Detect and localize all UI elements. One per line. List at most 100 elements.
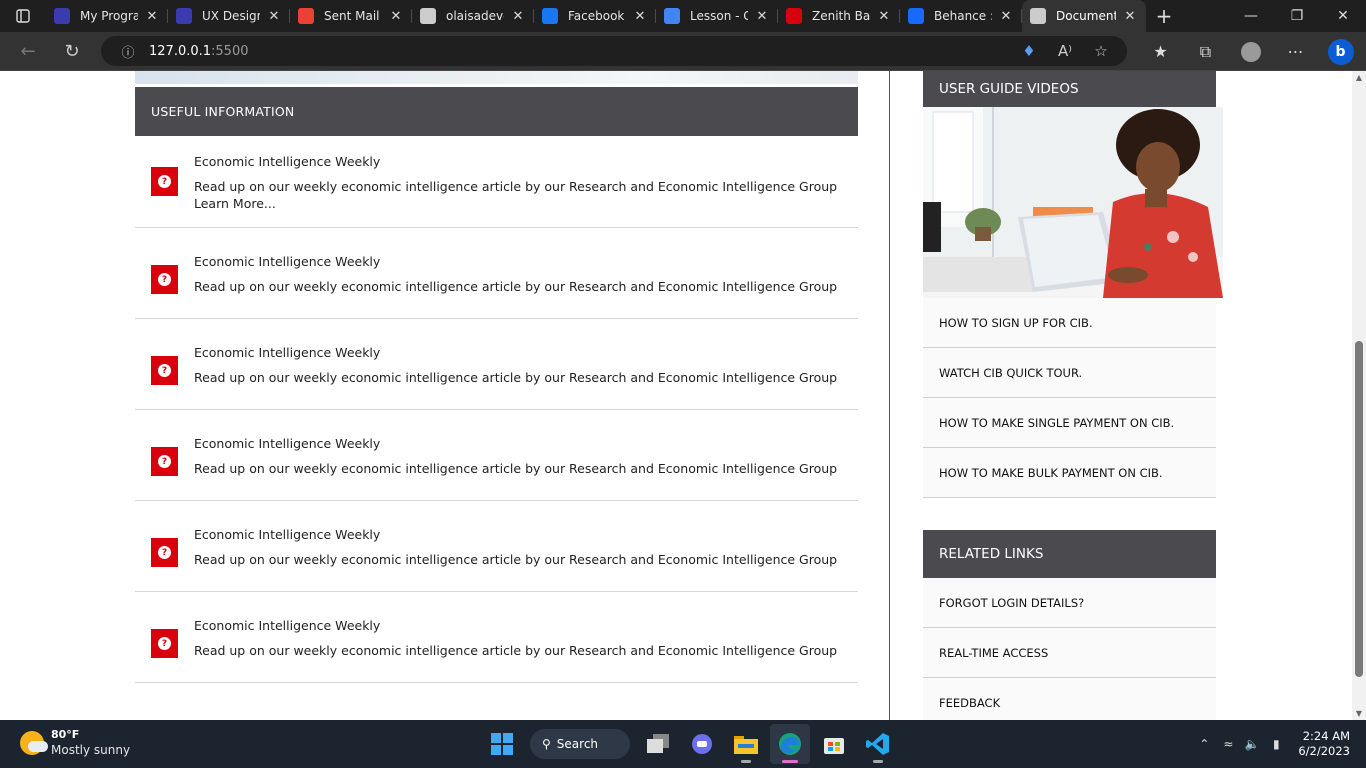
useful-info-item[interactable]: ? Economic Intelligence Weekly Read up on … xyxy=(135,136,858,228)
running-indicator xyxy=(741,760,751,763)
microsoft-store-button[interactable] xyxy=(814,724,854,764)
question-mark-glyph: ? xyxy=(158,637,171,650)
tab-title: Facebook xyxy=(568,9,625,23)
close-tab-icon[interactable]: ✕ xyxy=(632,9,648,24)
related-link[interactable]: FEEDBACK xyxy=(923,678,1216,720)
browser-tab[interactable]: My Program ✕ xyxy=(46,0,168,32)
browser-tab[interactable]: Zenith Bank ✕ xyxy=(778,0,900,32)
woman-at-laptop-image xyxy=(923,107,1223,298)
user-guide-video-link[interactable]: WATCH CIB QUICK TOUR. xyxy=(923,348,1216,398)
edge-browser-button[interactable] xyxy=(770,724,810,764)
reload-button[interactable]: ↻ xyxy=(54,35,90,67)
user-guide-video-thumbnail[interactable] xyxy=(923,107,1223,298)
related-link[interactable]: REAL-TIME ACCESS xyxy=(923,628,1216,678)
useful-info-item[interactable]: ? Economic Intelligence Weekly Read up on … xyxy=(135,501,858,592)
weather-widget[interactable]: 80°F Mostly sunny xyxy=(20,728,130,757)
question-mark-glyph: ? xyxy=(158,455,171,468)
browser-tab[interactable]: olaisadevel ✕ xyxy=(412,0,534,32)
favorites-icon[interactable]: ★ xyxy=(1138,42,1183,61)
browser-tab[interactable]: Behance :: ✕ xyxy=(900,0,1022,32)
window-controls: — ❐ ✕ xyxy=(1228,0,1366,32)
volume-icon[interactable]: 🔈 xyxy=(1240,737,1264,751)
close-tab-icon[interactable]: ✕ xyxy=(876,9,892,24)
scroll-down-arrow-icon[interactable]: ▼ xyxy=(1352,709,1366,718)
question-icon: ? xyxy=(151,167,178,196)
chat-button[interactable] xyxy=(682,724,722,764)
minimize-button[interactable]: — xyxy=(1228,0,1274,32)
close-tab-icon[interactable]: ✕ xyxy=(754,9,770,24)
info-item-title[interactable]: Economic Intelligence Weekly xyxy=(194,154,380,169)
user-guide-video-link[interactable]: HOW TO MAKE SINGLE PAYMENT ON CIB. xyxy=(923,398,1216,448)
collections-icon[interactable]: ⧉ xyxy=(1183,42,1228,62)
show-hidden-icons-chevron-icon[interactable]: ⌃ xyxy=(1192,737,1216,751)
browser-tab[interactable]: Document ✕ xyxy=(1022,0,1146,32)
task-view-button[interactable] xyxy=(638,724,678,764)
useful-info-item[interactable]: ? Economic Intelligence Weekly Read up on … xyxy=(135,592,858,683)
useful-info-item[interactable]: ? Economic Intelligence Weekly Read up on … xyxy=(135,410,858,501)
info-item-title[interactable]: Economic Intelligence Weekly xyxy=(194,527,380,542)
info-item-description: Read up on our weekly economic intellige… xyxy=(194,370,838,385)
close-tab-icon[interactable]: ✕ xyxy=(510,9,526,24)
info-item-title[interactable]: Economic Intelligence Weekly xyxy=(194,254,380,269)
new-tab-button[interactable]: + xyxy=(1146,4,1182,28)
browser-tab[interactable]: Facebook ✕ xyxy=(534,0,656,32)
more-options-icon[interactable]: ⋯ xyxy=(1273,42,1318,61)
start-button[interactable] xyxy=(482,724,522,764)
weather-temperature: 80°F xyxy=(51,728,80,741)
restore-button[interactable]: ❐ xyxy=(1274,0,1320,32)
bing-copilot-icon[interactable]: b xyxy=(1318,38,1363,65)
close-window-button[interactable]: ✕ xyxy=(1320,0,1366,32)
info-item-description: Read up on our weekly economic intellige… xyxy=(194,552,838,567)
google-icon xyxy=(664,8,680,24)
page-scrollbar[interactable]: ▲ ▼ xyxy=(1352,71,1366,720)
scrollbar-thumb[interactable] xyxy=(1355,341,1363,677)
active-indicator xyxy=(782,760,798,763)
taskbar-search[interactable]: ⚲ Search xyxy=(530,729,630,759)
reload-icon: ↻ xyxy=(64,40,80,62)
coupon-tag-icon[interactable]: ♦ xyxy=(1011,42,1047,60)
close-tab-icon[interactable]: ✕ xyxy=(266,9,282,24)
address-bar[interactable]: ⓘ 127.0.0.1:5500 ♦ A⁾ ☆ xyxy=(101,36,1127,66)
browser-tab[interactable]: Sent Mail - ✕ xyxy=(290,0,412,32)
profile-avatar[interactable] xyxy=(1228,41,1273,62)
tab-actions-button[interactable] xyxy=(0,0,46,32)
gmail-icon xyxy=(298,8,314,24)
column-divider xyxy=(889,71,890,720)
wifi-icon[interactable]: ≈ xyxy=(1216,737,1240,751)
useful-info-item[interactable]: ? Economic Intelligence Weekly Read up on … xyxy=(135,319,858,410)
windows-logo-icon xyxy=(491,733,513,755)
close-tab-icon[interactable]: ✕ xyxy=(144,9,160,24)
file-explorer-button[interactable] xyxy=(726,724,766,764)
battery-icon[interactable]: ▮ xyxy=(1264,737,1288,751)
document-icon xyxy=(1030,8,1046,24)
useful-info-item[interactable]: ? Economic Intelligence Weekly Read up on … xyxy=(135,228,858,319)
related-link[interactable]: FORGOT LOGIN DETAILS? xyxy=(923,578,1216,628)
browser-toolbar: ← ↻ ⓘ 127.0.0.1:5500 ♦ A⁾ ☆ ★ ⧉ ⋯ b xyxy=(0,32,1366,71)
info-item-description: Read up on our weekly economic intellige… xyxy=(194,461,838,476)
close-tab-icon[interactable]: ✕ xyxy=(1122,9,1138,24)
related-links-heading: RELATED LINKS xyxy=(923,530,1216,578)
vscode-button[interactable] xyxy=(858,724,898,764)
browser-tab[interactable]: Lesson - Go ✕ xyxy=(656,0,778,32)
read-aloud-icon[interactable]: A⁾ xyxy=(1047,42,1083,60)
add-favorite-icon[interactable]: ☆ xyxy=(1083,42,1119,60)
info-item-title[interactable]: Economic Intelligence Weekly xyxy=(194,436,380,451)
user-guide-video-link[interactable]: HOW TO MAKE BULK PAYMENT ON CIB. xyxy=(923,448,1216,498)
system-clock[interactable]: 2:24 AM 6/2/2023 xyxy=(1298,729,1350,759)
info-item-title[interactable]: Economic Intelligence Weekly xyxy=(194,618,380,633)
close-tab-icon[interactable]: ✕ xyxy=(998,9,1014,24)
question-mark-glyph: ? xyxy=(158,273,171,286)
program-icon xyxy=(176,8,192,24)
info-item-title[interactable]: Economic Intelligence Weekly xyxy=(194,345,380,360)
system-tray: ⌃ ≈ 🔈 ▮ 2:24 AM 6/2/2023 xyxy=(1192,720,1366,768)
browser-tab[interactable]: UX Design ✕ xyxy=(168,0,290,32)
tab-title: Zenith Bank xyxy=(812,9,870,23)
windows-taskbar: 80°F Mostly sunny ⚲ Search ⌃ ≈ 🔈 ▮ 2:24 … xyxy=(0,720,1366,768)
web-page: USEFUL INFORMATION ? Economic Intelligenc… xyxy=(0,71,1352,720)
scroll-up-arrow-icon[interactable]: ▲ xyxy=(1352,73,1366,82)
site-info-icon[interactable]: ⓘ xyxy=(113,42,143,61)
close-tab-icon[interactable]: ✕ xyxy=(388,9,404,24)
info-item-description: Read up on our weekly economic intellige… xyxy=(194,179,838,211)
back-button[interactable]: ← xyxy=(10,35,46,67)
user-guide-video-link[interactable]: HOW TO SIGN UP FOR CIB. xyxy=(923,298,1216,348)
